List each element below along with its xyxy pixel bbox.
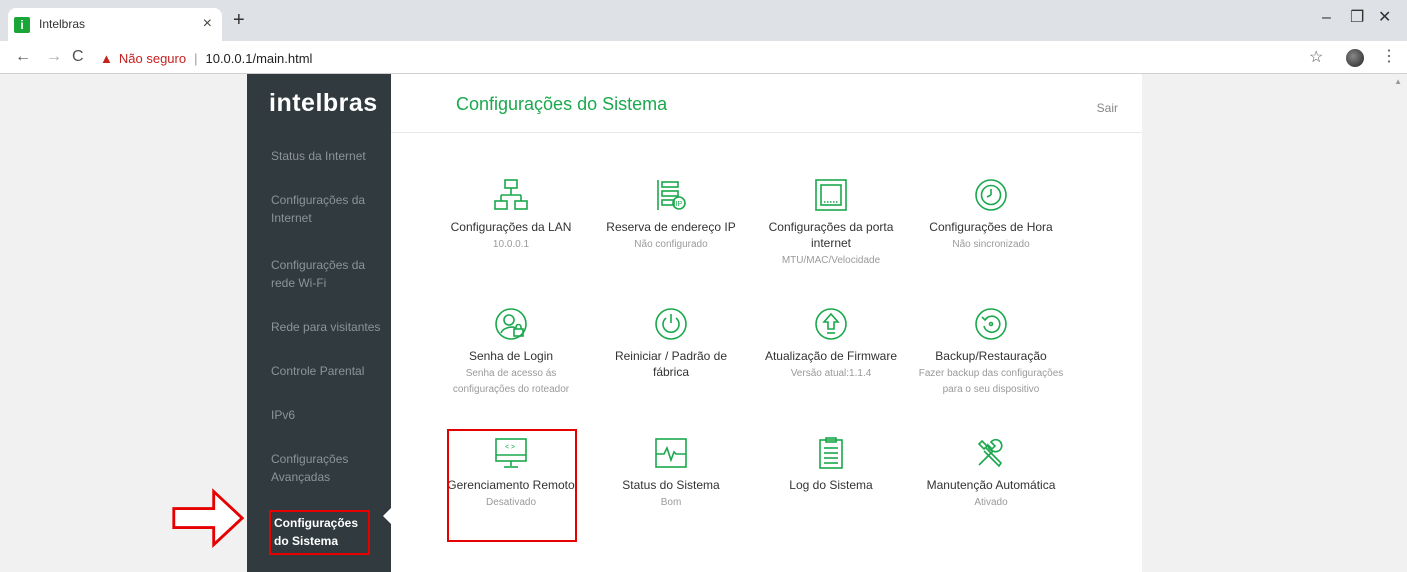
sidebar-item-parental-control[interactable]: Controle Parental bbox=[271, 362, 383, 380]
heartbeat-icon bbox=[655, 438, 687, 468]
ip-reservation-icon: IP bbox=[657, 180, 686, 210]
address-bar[interactable]: ▲ Não seguro | 10.0.0.1/main.html bbox=[100, 46, 312, 70]
tile-title: Senha de Login bbox=[468, 349, 554, 363]
tile-ip-reservation[interactable]: IP Reserva de endereço IP Não configurad… bbox=[596, 178, 746, 253]
tile-title: Reserva de endereço IP bbox=[606, 220, 736, 234]
browser-tab-bar: i Intelbras × + – ❐ ✕ bbox=[0, 0, 1407, 41]
profile-avatar[interactable] bbox=[1346, 49, 1364, 67]
scroll-up-icon[interactable]: ▲ bbox=[1394, 77, 1402, 86]
url-text[interactable]: 10.0.0.1/main.html bbox=[205, 51, 312, 66]
reload-icon[interactable]: C bbox=[72, 46, 84, 68]
sidebar-item-advanced[interactable]: Configurações Avançadas bbox=[271, 450, 383, 486]
close-window-icon[interactable]: ✕ bbox=[1378, 8, 1391, 28]
warning-icon: ▲ bbox=[100, 50, 113, 66]
intelbras-logo: intelbras bbox=[269, 89, 378, 117]
minimize-icon[interactable]: – bbox=[1322, 8, 1331, 28]
tile-subtitle: MTU/MAC/Velocidade bbox=[781, 255, 881, 266]
red-arrow-annotation bbox=[172, 488, 245, 548]
tile-login-password[interactable]: Senha de Login Senha de acesso ás config… bbox=[436, 307, 586, 398]
security-label[interactable]: Não seguro bbox=[119, 51, 186, 66]
tile-title: Status do Sistema bbox=[622, 478, 720, 492]
close-tab-icon[interactable]: × bbox=[203, 14, 212, 34]
tile-title: Reiniciar / Padrão de fábrica bbox=[614, 349, 728, 379]
tile-subtitle: Bom bbox=[660, 497, 682, 508]
content-header: Configurações do Sistema Sair bbox=[391, 74, 1142, 133]
browser-toolbar: ← → C ▲ Não seguro | 10.0.0.1/main.html … bbox=[0, 41, 1407, 74]
tile-time-settings[interactable]: Configurações de Hora Não sincronizado bbox=[916, 178, 1066, 253]
tile-title: Configurações de Hora bbox=[929, 220, 1053, 234]
tile-lan-settings[interactable]: Configurações da LAN 10.0.0.1 bbox=[436, 178, 586, 253]
tab-title: Intelbras bbox=[39, 17, 86, 31]
sidebar-item-system-settings[interactable]: Configurações do Sistema bbox=[269, 510, 370, 555]
tile-title: Configurações da porta internet bbox=[768, 220, 894, 250]
tile-subtitle: Fazer backup das configurações para o se… bbox=[918, 368, 1064, 395]
intelbras-favicon-icon: i bbox=[14, 17, 30, 33]
restore-icon bbox=[975, 308, 1007, 340]
sidebar-item-internet-status[interactable]: Status da Internet bbox=[271, 147, 383, 165]
tile-system-status[interactable]: Status do Sistema Bom bbox=[596, 436, 746, 511]
bookmark-star-icon[interactable]: ☆ bbox=[1309, 47, 1323, 67]
tile-title: Log do Sistema bbox=[789, 478, 873, 492]
tile-reboot-factory[interactable]: Reiniciar / Padrão de fábrica bbox=[596, 307, 746, 382]
tile-backup-restore[interactable]: Backup/Restauração Fazer backup das conf… bbox=[916, 307, 1066, 398]
clipboard-list-icon bbox=[819, 437, 843, 469]
tile-subtitle: Não configurado bbox=[634, 239, 708, 250]
tile-subtitle: 10.0.0.1 bbox=[492, 239, 530, 250]
logout-link[interactable]: Sair bbox=[1097, 101, 1118, 115]
ethernet-port-icon bbox=[815, 179, 847, 211]
svg-text:IP: IP bbox=[676, 201, 683, 208]
tile-subtitle: Senha de acesso ás configurações do rote… bbox=[452, 368, 570, 395]
tile-subtitle: Versão atual:1.1.4 bbox=[790, 368, 872, 379]
tools-icon bbox=[977, 438, 1003, 468]
new-tab-icon[interactable]: + bbox=[233, 10, 245, 30]
forward-icon[interactable]: → bbox=[46, 46, 62, 68]
tile-title: Configurações da LAN bbox=[450, 220, 572, 234]
network-icon bbox=[494, 179, 528, 210]
address-separator: | bbox=[194, 50, 198, 66]
sidebar: intelbras Status da Internet Configuraçõ… bbox=[247, 74, 391, 572]
tile-title: Manutenção Automática bbox=[926, 478, 1056, 492]
page-title: Configurações do Sistema bbox=[456, 94, 668, 114]
tile-system-log[interactable]: Log do Sistema bbox=[756, 436, 906, 495]
sidebar-item-guest-network[interactable]: Rede para visitantes bbox=[271, 318, 383, 336]
sidebar-item-internet-settings[interactable]: Configurações da Internet bbox=[271, 191, 383, 227]
power-icon bbox=[655, 308, 687, 340]
menu-kebab-icon[interactable]: ⋮ bbox=[1381, 46, 1397, 66]
tile-subtitle: Não sincronizado bbox=[952, 239, 1030, 250]
tile-subtitle: Ativado bbox=[974, 497, 1008, 508]
user-lock-icon bbox=[495, 308, 527, 340]
upgrade-icon bbox=[815, 308, 847, 340]
sidebar-item-wifi-settings[interactable]: Configurações da rede Wi-Fi bbox=[271, 256, 383, 292]
active-indicator bbox=[383, 508, 391, 524]
sidebar-item-ipv6[interactable]: IPv6 bbox=[271, 406, 383, 424]
tile-title: Atualização de Firmware bbox=[764, 349, 898, 363]
restore-window-icon[interactable]: ❐ bbox=[1350, 8, 1364, 28]
browser-tab[interactable]: i Intelbras × bbox=[8, 8, 222, 41]
clock-icon bbox=[975, 179, 1007, 211]
tile-auto-maintenance[interactable]: Manutenção Automática Ativado bbox=[916, 436, 1066, 511]
back-icon[interactable]: ← bbox=[15, 46, 31, 68]
highlight-box bbox=[447, 429, 577, 542]
page-scrollbar[interactable]: ▲ bbox=[1390, 74, 1407, 572]
tile-firmware-update[interactable]: Atualização de Firmware Versão atual:1.1… bbox=[756, 307, 906, 382]
tile-title: Backup/Restauração bbox=[935, 349, 1047, 363]
tile-internet-port[interactable]: Configurações da porta internet MTU/MAC/… bbox=[756, 178, 906, 269]
